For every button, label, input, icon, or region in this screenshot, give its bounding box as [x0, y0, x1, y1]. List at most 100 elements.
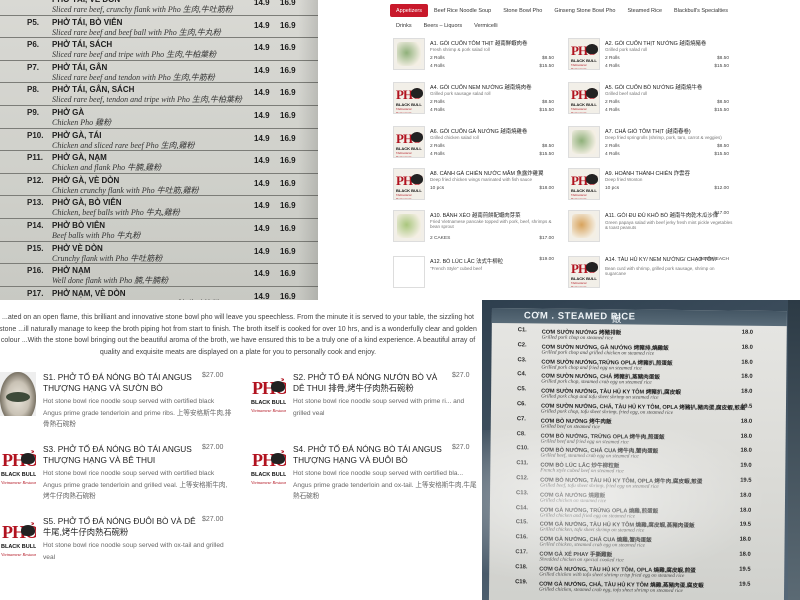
item-price-large: 16.9	[280, 65, 296, 75]
tab-blackbull-s-specialties[interactable]: Blackbull's Specialties	[668, 4, 734, 17]
stone-bowl-item[interactable]: PHỞBLACK BULLVietnamese RestaurantS4. PH…	[250, 444, 480, 512]
item-price: 19.0	[740, 462, 752, 469]
item-title: S4. PHỞ TỐ ĐÁ NÓNG BÒ TÁI ANGUS THƯỢNG H…	[293, 444, 442, 465]
item-description: Chicken and sliced rare beef Pho 生肉,雞粉	[52, 140, 195, 150]
item-code: P7.	[27, 62, 40, 72]
item-thumbnail	[568, 210, 600, 242]
item-title: A1. GỎI CUỐN TÔM THỊT 越南鮮蝦肉卷	[430, 41, 528, 47]
food-photo	[397, 214, 421, 238]
item-name: PHỞ TÁI, BÒ VIÊN	[52, 17, 123, 27]
stone-bowl-item[interactable]: S1. PHỞ TỐ ĐÁ NÓNG BÒ TÁI ANGUS THƯỢNG H…	[0, 372, 240, 440]
item-price: 18.0	[741, 374, 753, 381]
tab-vermicelli[interactable]: Vermicelli	[468, 19, 504, 32]
bull-icon	[586, 262, 598, 272]
stone-bowl-item[interactable]: PHỞBLACK BULLVietnamese RestaurantS2. PH…	[250, 372, 480, 440]
item-title: A12. BÒ LÚC LẮC 法式牛柳粒	[430, 259, 504, 265]
item-name: PHỞ VÈ DÒN	[52, 243, 103, 253]
item-description: Sliced rare beef and beef ball with Pho …	[52, 27, 221, 37]
item-description: Chicken and flank Pho 牛腩,雞粉	[52, 163, 162, 173]
item-description: Crunchy flank with Pho 牛吐筋粉	[52, 253, 163, 263]
menu-item-card[interactable]: PHỞ BLACK BULL Vietnamese Restaurant A6. GỎ…	[390, 126, 560, 164]
item-code: P11.	[27, 153, 44, 163]
tab-drinks[interactable]: Drinks	[390, 19, 418, 32]
item-title: A11. GỎI ĐU ĐỦ KHÔ BÒ 越南牛肉乾木瓜沙律	[605, 213, 719, 219]
menu-item-card[interactable]: A12. BÒ LÚC LẮC 法式牛柳粒 "French Style" cube…	[390, 256, 560, 290]
menu-item-card[interactable]: PHỞ BLACK BULL Vietnamese Restaurant A2. GỎ…	[565, 38, 735, 76]
item-code: C5.	[517, 386, 527, 393]
stone-bowl-item[interactable]: PHỞBLACK BULLVietnamese RestaurantS5. PH…	[0, 516, 240, 584]
item-thumbnail: PHỞ BLACK BULL Vietnamese Restaurant	[568, 256, 600, 288]
item-description: Grilled beef and fried egg on steamed ri…	[540, 438, 629, 446]
menu-item-card[interactable]: A7. CHẢ GIÒ TÔM THỊT (越南春卷) Deep fried sp…	[565, 126, 735, 164]
item-price-large: 16.9	[280, 0, 296, 7]
menu-item-card[interactable]: A11. GỎI ĐU ĐỦ KHÔ BÒ 越南牛肉乾木瓜沙律 Green pap…	[565, 210, 735, 248]
item-title: A8. CÁNH GÀ CHIÊN NƯỚC MẮM 魚露炸雞翼	[430, 171, 544, 177]
item-price: 19.5	[739, 581, 751, 588]
tab-stone-bowl-pho[interactable]: Stone Bowl Pho	[497, 4, 548, 17]
tab-appetizers[interactable]: Appetizers	[390, 4, 428, 17]
logo-tagline: Vietnamese Restaurant	[571, 107, 587, 114]
logo-brand-text: BLACK BULL	[1, 472, 36, 478]
menu-item-card[interactable]: PHỞ BLACK BULL Vietnamese Restaurant A5. GỎ…	[565, 82, 735, 120]
tab-beef-rice-noodle-soup[interactable]: Beef Rice Noodle Soup	[428, 4, 497, 17]
menu-row: P15. PHỞ VÈ DÒN Crunchy flank with Pho 牛吐筋…	[0, 242, 318, 265]
menu-item-card[interactable]: A10. BÁNH XÈO 越南煎餅配蝦肉芽菜 Fried Vietnamese …	[390, 210, 560, 248]
item-title: S3. PHỞ TỐ ĐÁ NÓNG BÒ TÁI ANGUS THƯỢNG H…	[43, 444, 192, 465]
item-description: Grilled chicken salad roll	[430, 135, 479, 140]
item-description: Deep fried Wonton	[605, 177, 643, 182]
item-description: Grilled chicken, steamed crab egg, tofu …	[539, 586, 683, 594]
item-option: 4 Rolls	[605, 64, 620, 69]
item-code: C15.	[515, 519, 529, 526]
item-code: C2.	[517, 342, 527, 349]
item-code: P17.	[27, 288, 44, 298]
menu-item-card[interactable]: PHỞ BLACK BULL Vietnamese Restaurant A4. GỎ…	[390, 82, 560, 120]
item-image: PHỞBLACK BULLVietnamese Restaurant	[0, 516, 36, 560]
item-description: Hot stone bowl rice noodle soup served w…	[293, 470, 477, 500]
item-option: 4 Rolls	[605, 152, 620, 157]
item-price: 18.0	[741, 388, 753, 395]
item-code: C16.	[515, 534, 528, 541]
menu-row: P13. PHỞ GÀ, BÒ VIÊN Chicken, beef balls w…	[0, 196, 318, 219]
item-description: Sliced rare beef, tendon and tripe with …	[52, 95, 242, 105]
item-description: Hot stone bowl rice noodle soup served w…	[43, 398, 232, 428]
item-price: 18.0	[739, 536, 751, 543]
item-price-large: 16.9	[280, 20, 296, 30]
tab-steamed-rice[interactable]: Steamed Rice	[621, 4, 668, 17]
bull-icon	[411, 132, 423, 142]
item-price-small: 14.9	[254, 223, 270, 233]
item-title: A5. GỎI CUỐN BÒ NƯỚNG 越南燒牛卷	[605, 85, 703, 91]
item-code: C13.	[516, 490, 529, 497]
stone-bowl-photo	[0, 372, 36, 416]
item-price: 18.0	[741, 329, 754, 336]
item-code: P9.	[27, 107, 40, 117]
item-price: 18.0	[739, 551, 751, 558]
stone-bowl-item[interactable]: PHỞBLACK BULLVietnamese RestaurantS3. PH…	[0, 444, 240, 512]
item-code: P6.	[27, 40, 40, 50]
menu-item-card[interactable]: PHỞ BLACK BULL Vietnamese Restaurant A8. CÁ…	[390, 168, 560, 206]
item-description: Beef balls with Pho 牛丸粉	[52, 230, 141, 240]
item-name: PHỞ NẠM, VÈ DÒN	[52, 288, 126, 298]
item-code: C1.	[517, 327, 527, 334]
item-price: $19.00	[539, 257, 554, 262]
menu-item-card[interactable]: PHỞ BLACK BULL Vietnamese Restaurant A14. T…	[565, 256, 735, 290]
item-description: Grilled chicken and fried egg on steamed…	[539, 512, 636, 520]
item-option-price: $18.00	[539, 186, 554, 191]
menu-item-card[interactable]: A1. GỎI CUỐN TÔM THỊT 越南鮮蝦肉卷 Fresh shrimp…	[390, 38, 560, 76]
item-option-price: $8.50	[716, 144, 729, 149]
item-title: A9. HOÀNH THÁNH CHIÊN 炸雲吞	[605, 171, 690, 177]
item-description: Chicken, beef balls with Pho 牛丸,雞粉	[52, 208, 180, 218]
item-price: 18.0	[740, 418, 753, 425]
logo-tagline: Vietnamese Restaurant	[571, 63, 587, 70]
item-price: 19.5	[739, 566, 751, 573]
item-price: 19.5	[740, 403, 753, 410]
item-name: PHỞ TÁI, GÂN, SÁCH	[52, 85, 135, 95]
item-option: 10 pcs	[430, 186, 445, 191]
item-description: French style cubed beef on steamed rice	[540, 467, 624, 475]
menu-item-card[interactable]: PHỞ BLACK BULL Vietnamese Restaurant A9. HO…	[565, 168, 735, 206]
tab-ginseng-stone-bowl-pho[interactable]: Ginseng Stone Bowl Pho	[548, 4, 621, 17]
item-description: Hot stone bowl rice noodle soup served w…	[293, 398, 465, 417]
item-description: Grilled pork sausage salad roll	[430, 91, 491, 96]
bull-icon	[586, 174, 598, 184]
item-code: C3.	[517, 356, 527, 363]
tab-beers-liquors[interactable]: Beers – Liquors	[418, 19, 469, 32]
